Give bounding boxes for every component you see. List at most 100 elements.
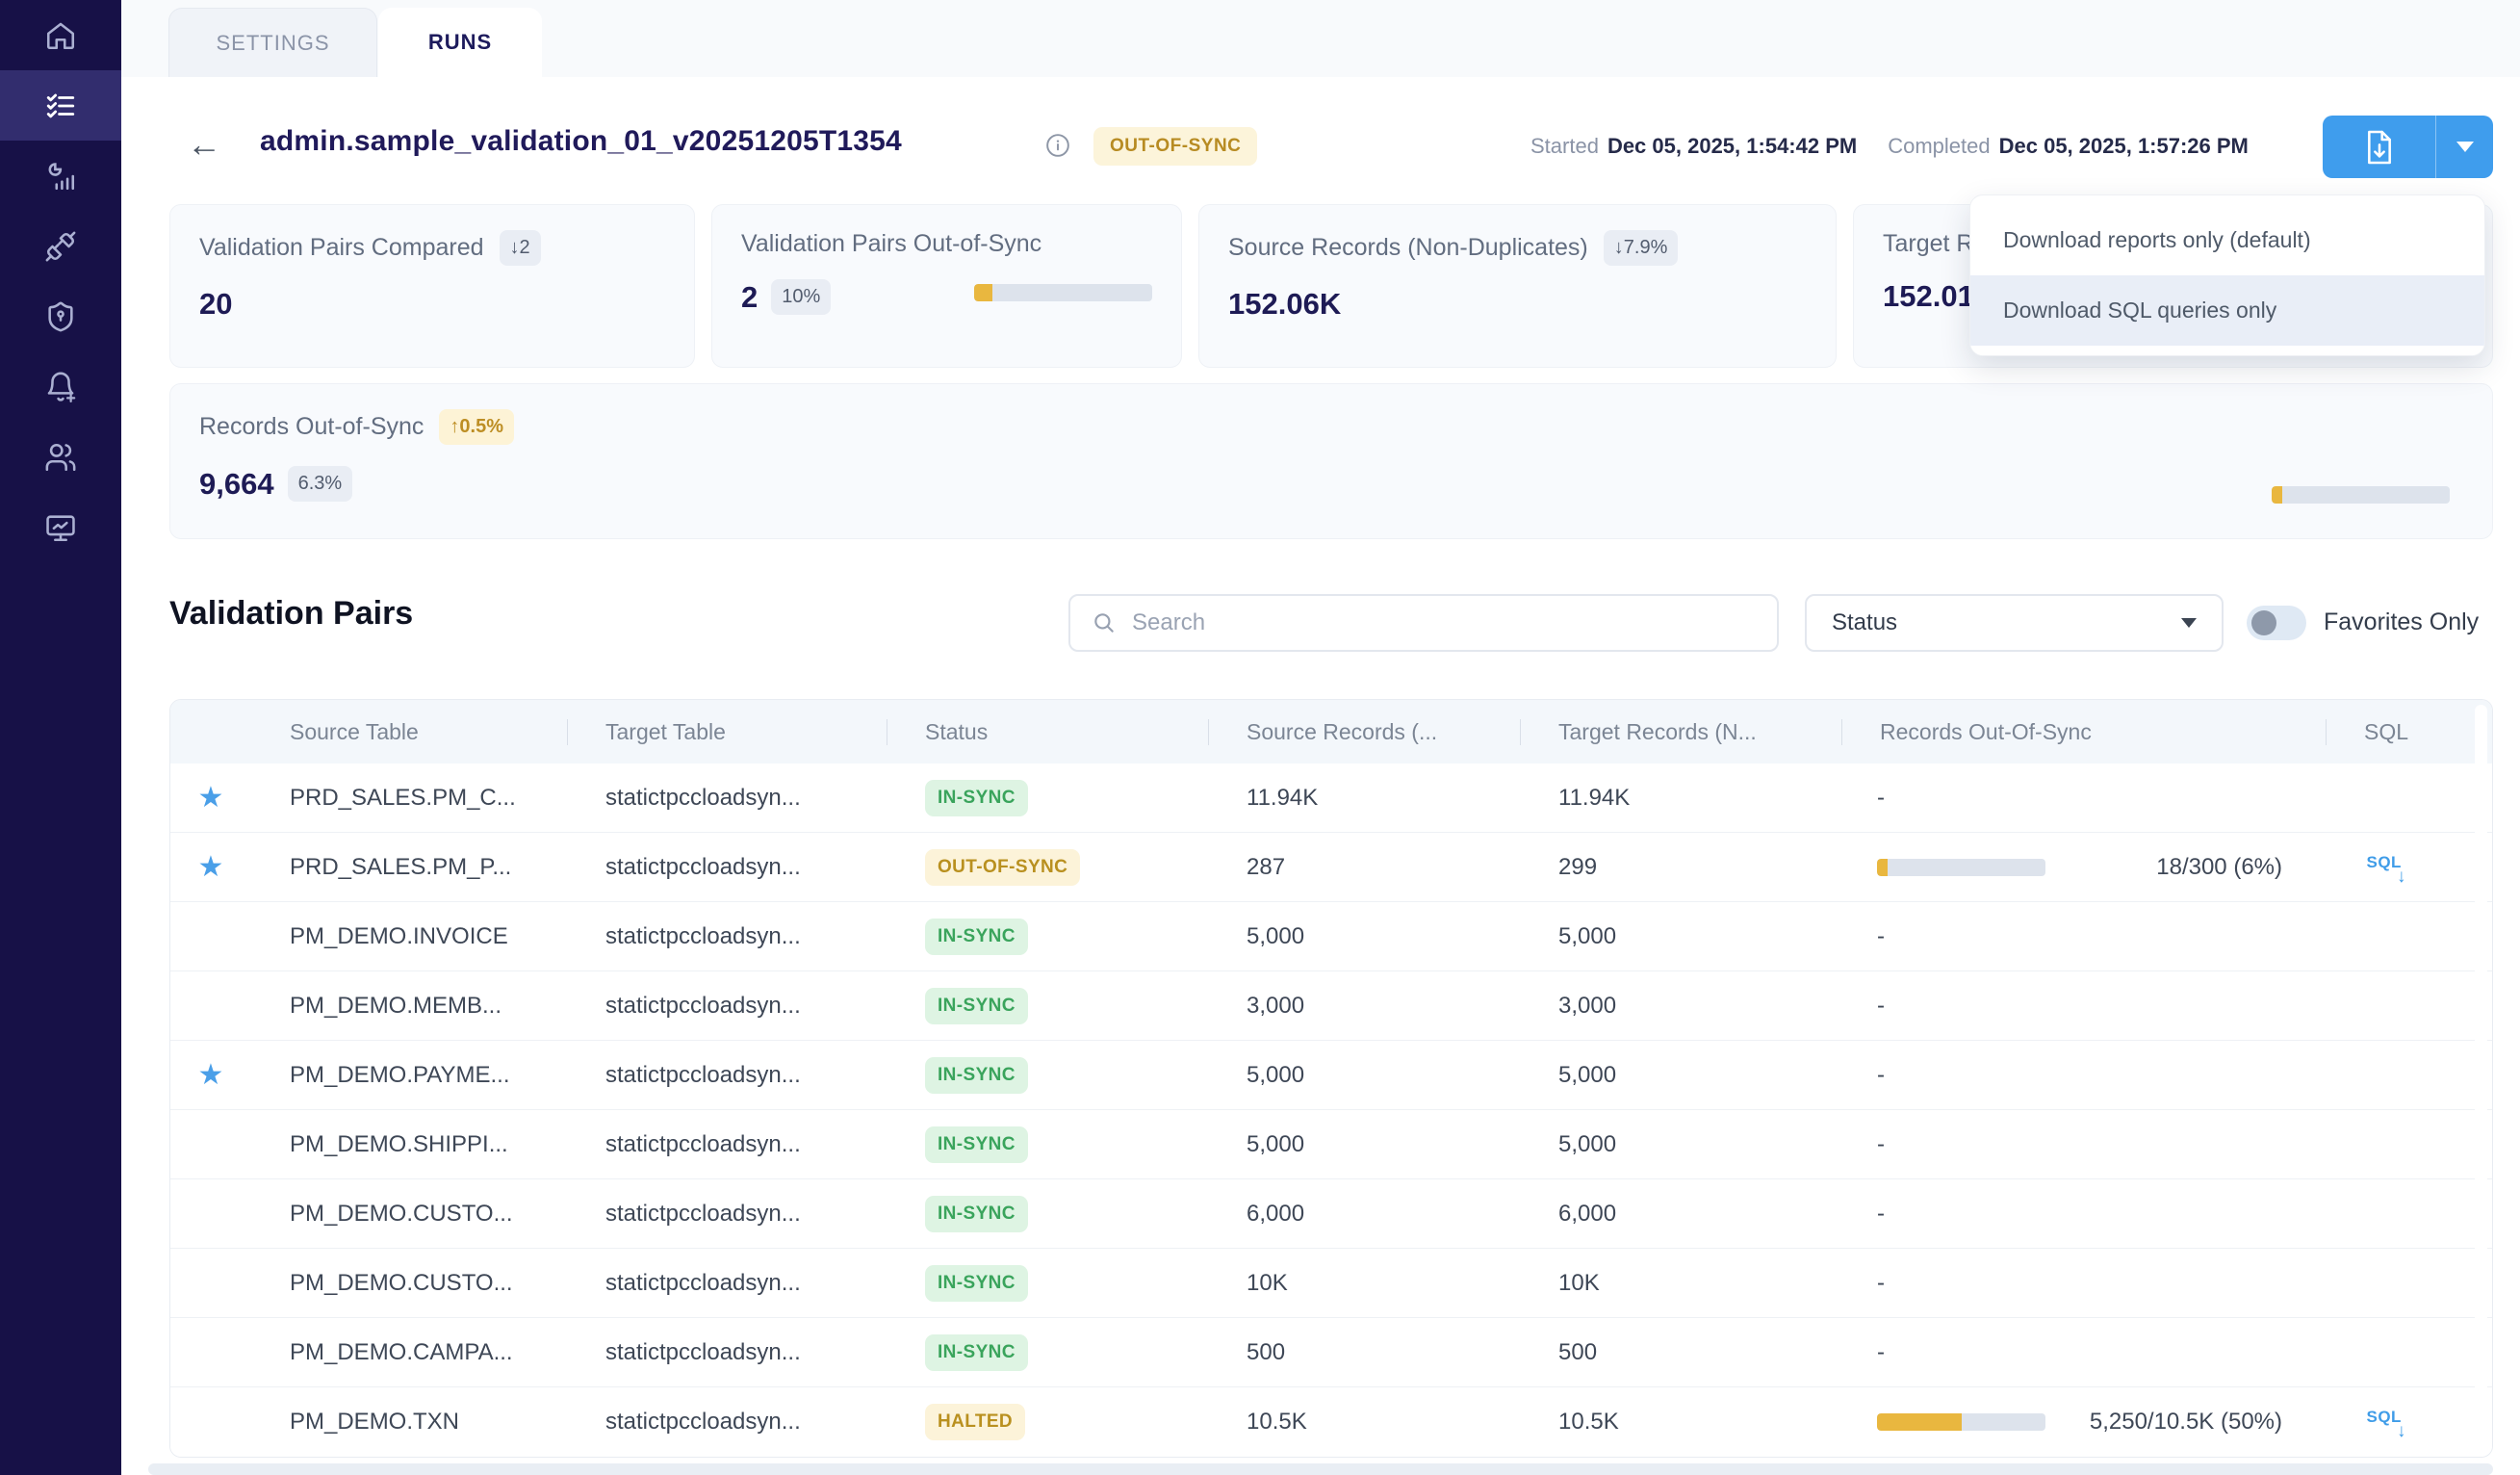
back-button[interactable]: ←	[183, 123, 225, 166]
cell-source-table: PM_DEMO.CAMPA...	[251, 1339, 567, 1366]
cell-source-records: 5,000	[1208, 1062, 1520, 1089]
cell-target-records: 10K	[1520, 1270, 1841, 1297]
cell-records-out-of-sync: -	[1841, 1339, 2326, 1366]
favorites-only-toggle[interactable]	[2247, 606, 2306, 640]
table-row[interactable]: ★ PM_DEMO.CUSTO... statictpccloadsyn... …	[170, 1179, 2492, 1249]
table-row[interactable]: ★ PRD_SALES.PM_P... statictpccloadsyn...…	[170, 833, 2492, 902]
app-root: SETTINGS RUNS ← admin.sample_validation_…	[0, 0, 2520, 1475]
cell-target-table: statictpccloadsyn...	[567, 854, 887, 881]
sidebar-item-dashboard[interactable]	[0, 492, 121, 562]
column-header-source-records[interactable]: Source Records (...	[1208, 719, 1520, 745]
sql-download-icon[interactable]: SQL↓	[2367, 1406, 2405, 1438]
cell-source-records: 11.94K	[1208, 785, 1520, 812]
users-icon	[44, 441, 77, 474]
column-header-source-table[interactable]: Source Table	[251, 719, 567, 745]
column-header-target-table[interactable]: Target Table	[567, 719, 887, 745]
horizontal-scrollbar-track[interactable]	[148, 1463, 2493, 1475]
stat-card-source-records: Source Records (Non-Duplicates) ↓7.9% 15…	[1198, 204, 1837, 368]
favorite-star-icon[interactable]: ★	[198, 1058, 224, 1092]
info-icon[interactable]	[1045, 133, 1070, 158]
stat-pct-badge: 10%	[771, 279, 831, 315]
status-badge: IN-SYNC	[925, 1265, 1028, 1302]
cell-target-table: statictpccloadsyn...	[567, 785, 887, 812]
sidebar-item-security[interactable]	[0, 281, 121, 351]
sql-download-icon[interactable]: SQL↓	[2367, 851, 2405, 884]
tab-settings[interactable]: SETTINGS	[168, 8, 377, 77]
table-row[interactable]: ★ PRD_SALES.PM_C... statictpccloadsyn...…	[170, 763, 2492, 833]
download-split-button[interactable]	[2323, 116, 2493, 178]
sidebar-item-users[interactable]	[0, 422, 121, 492]
column-header-sql[interactable]: SQL	[2326, 719, 2446, 745]
status-badge: IN-SYNC	[925, 919, 1028, 955]
tab-runs[interactable]: RUNS	[378, 8, 542, 77]
sidebar-item-validations[interactable]	[0, 70, 121, 141]
cell-target-records: 3,000	[1520, 993, 1841, 1020]
table-row[interactable]: ★ PM_DEMO.CUSTO... statictpccloadsyn... …	[170, 1249, 2492, 1318]
cell-target-records: 5,000	[1520, 923, 1841, 950]
section-title: Validation Pairs	[169, 595, 413, 633]
cell-source-table: PRD_SALES.PM_C...	[251, 785, 567, 812]
monitor-chart-icon	[44, 511, 77, 544]
stat-value: 152.06K	[1228, 287, 1341, 322]
sidebar-item-connections[interactable]	[0, 211, 121, 281]
download-menu-toggle[interactable]	[2436, 116, 2493, 178]
tab-strip: SETTINGS RUNS	[121, 0, 2520, 77]
table-body: ★ PRD_SALES.PM_C... statictpccloadsyn...…	[170, 763, 2492, 1457]
menu-item-download-sql[interactable]: Download SQL queries only	[1970, 275, 2484, 346]
table-row[interactable]: ★ PM_DEMO.TXN statictpccloadsyn... HALTE…	[170, 1387, 2492, 1457]
cell-source-table: PM_DEMO.SHIPPI...	[251, 1131, 567, 1158]
cell-target-table: statictpccloadsyn...	[567, 993, 887, 1020]
download-button[interactable]	[2323, 116, 2436, 178]
cell-source-table: PM_DEMO.MEMB...	[251, 993, 567, 1020]
stat-label: Validation Pairs Out-of-Sync	[741, 230, 1041, 258]
status-badge: IN-SYNC	[925, 988, 1028, 1024]
table-row[interactable]: ★ PM_DEMO.PAYME... statictpccloadsyn... …	[170, 1041, 2492, 1110]
favorite-star-icon[interactable]: ★	[198, 850, 224, 884]
cell-source-table: PM_DEMO.PAYME...	[251, 1062, 567, 1089]
table-row[interactable]: ★ PM_DEMO.CAMPA... statictpccloadsyn... …	[170, 1318, 2492, 1387]
cell-records-out-of-sync: -	[1841, 1062, 2326, 1089]
column-header-records-out-of-sync[interactable]: Records Out-Of-Sync	[1841, 719, 2326, 745]
status-badge: IN-SYNC	[925, 1126, 1028, 1163]
cell-target-records: 11.94K	[1520, 785, 1841, 812]
cell-target-records: 299	[1520, 854, 1841, 881]
cell-target-records: 500	[1520, 1339, 1841, 1366]
cell-source-records: 5,000	[1208, 923, 1520, 950]
menu-item-download-reports[interactable]: Download reports only (default)	[1970, 205, 2484, 275]
status-badge: IN-SYNC	[925, 780, 1028, 816]
search-input[interactable]	[1132, 609, 1777, 636]
records-pct-badge: 6.3%	[288, 466, 353, 502]
cell-source-records: 10.5K	[1208, 1409, 1520, 1436]
stat-card-pairs-out-of-sync: Validation Pairs Out-of-Sync 2 10%	[711, 204, 1182, 368]
cell-source-records: 10K	[1208, 1270, 1520, 1297]
cell-target-records: 5,000	[1520, 1062, 1841, 1089]
table-row[interactable]: ★ PM_DEMO.INVOICE statictpccloadsyn... I…	[170, 902, 2492, 971]
cell-target-table: statictpccloadsyn...	[567, 1062, 887, 1089]
stat-value: 152.01	[1883, 279, 1974, 314]
favorite-star-icon[interactable]: ★	[198, 781, 224, 815]
table-scrollbar[interactable]	[2475, 705, 2487, 1452]
out-of-sync-progress-bar	[974, 284, 1152, 301]
status-badge: OUT-OF-SYNC	[925, 849, 1080, 886]
table-row[interactable]: ★ PM_DEMO.MEMB... statictpccloadsyn... I…	[170, 971, 2492, 1041]
records-value: 9,664	[199, 467, 274, 502]
sidebar-item-analytics[interactable]	[0, 141, 121, 211]
table-row[interactable]: ★ PM_DEMO.SHIPPI... statictpccloadsyn...…	[170, 1110, 2492, 1179]
cell-source-table: PM_DEMO.TXN	[251, 1409, 567, 1436]
sidebar-item-home[interactable]	[0, 0, 121, 70]
column-header-status[interactable]: Status	[887, 719, 1208, 745]
page-title: admin.sample_validation_01_v20251205T135…	[260, 125, 902, 158]
favorites-only-label: Favorites Only	[2324, 608, 2479, 636]
status-filter-label: Status	[1832, 609, 1897, 636]
search-box	[1068, 594, 1779, 652]
status-filter-select[interactable]: Status	[1805, 594, 2224, 652]
main-area: SETTINGS RUNS ← admin.sample_validation_…	[121, 0, 2520, 1475]
sidebar	[0, 0, 121, 1475]
cell-target-table: statictpccloadsyn...	[567, 1409, 887, 1436]
column-header-target-records[interactable]: Target Records (N...	[1520, 719, 1841, 745]
checklist-icon	[44, 90, 77, 122]
cell-records-out-of-sync: -	[1841, 993, 2326, 1020]
oos-dash: -	[1877, 993, 1885, 1020]
sidebar-item-alerts[interactable]	[0, 351, 121, 422]
oos-dash: -	[1877, 1201, 1885, 1228]
